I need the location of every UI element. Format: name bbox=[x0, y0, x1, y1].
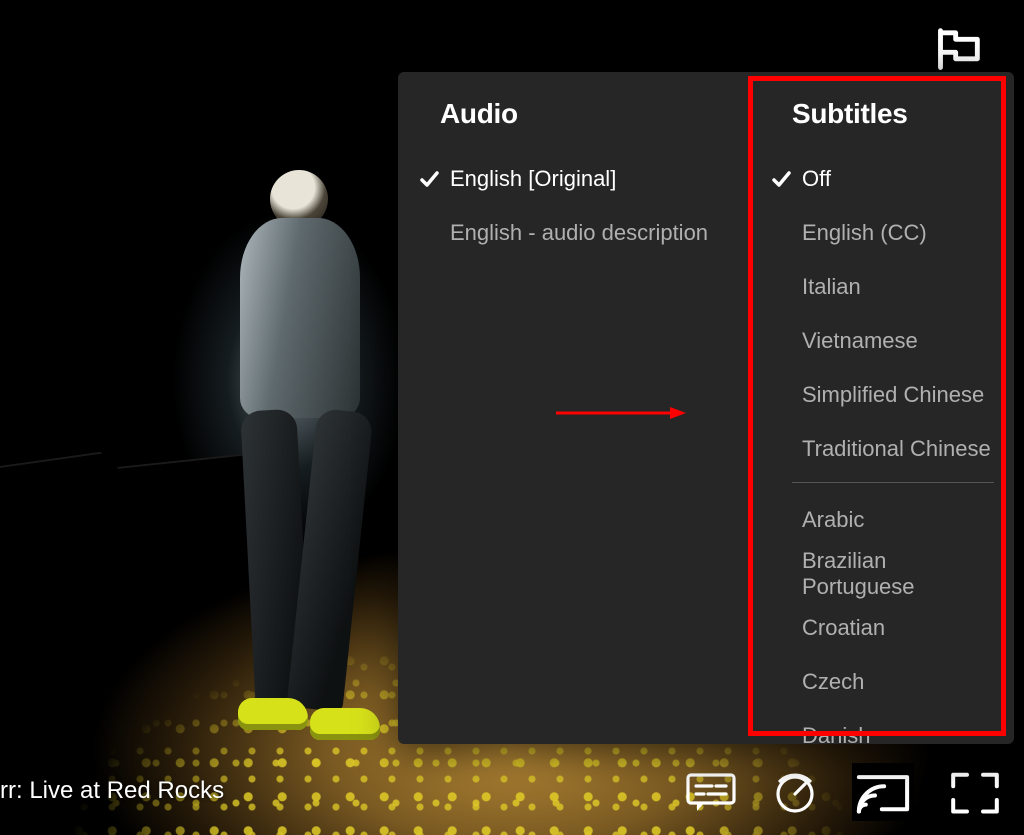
subtitle-option-label: Simplified Chinese bbox=[802, 382, 994, 408]
subtitles-icon[interactable] bbox=[684, 769, 738, 815]
subtitle-option[interactable]: Brazilian Portuguese bbox=[770, 547, 994, 601]
subtitle-option[interactable]: Danish bbox=[770, 709, 994, 763]
fullscreen-icon[interactable] bbox=[944, 763, 1006, 821]
audio-column: Audio English [Original] English - audio … bbox=[398, 72, 750, 744]
subtitle-option[interactable]: Traditional Chinese bbox=[770, 422, 994, 476]
audio-option[interactable]: English - audio description bbox=[418, 206, 730, 260]
check-icon bbox=[770, 169, 792, 189]
subtitle-option-label: Arabic bbox=[802, 507, 994, 533]
subtitle-option-label: Italian bbox=[802, 274, 994, 300]
subtitle-option[interactable]: Off bbox=[770, 152, 994, 206]
video-title: rr: Live at Red Rocks bbox=[0, 777, 224, 805]
subtitle-option[interactable]: English (CC) bbox=[770, 206, 994, 260]
subtitle-option-label: Vietnamese bbox=[802, 328, 994, 354]
subtitles-heading: Subtitles bbox=[792, 98, 994, 130]
subtitle-option-label: English (CC) bbox=[802, 220, 994, 246]
subtitle-option-label: Danish bbox=[802, 723, 994, 749]
performer-silhouette bbox=[200, 170, 400, 730]
subtitle-option[interactable]: Arabic bbox=[770, 493, 994, 547]
subtitles-divider bbox=[792, 482, 994, 483]
video-player[interactable]: rr: Live at Red Rocks Audio English [Ori… bbox=[0, 0, 1024, 835]
check-icon bbox=[418, 169, 440, 189]
subtitle-option[interactable]: Italian bbox=[770, 260, 994, 314]
subtitle-option-label: Croatian bbox=[802, 615, 994, 641]
audio-option-label: English - audio description bbox=[450, 220, 730, 246]
subtitle-option[interactable]: Vietnamese bbox=[770, 314, 994, 368]
subtitles-column: Subtitles Off English (CC) Italian Vietname… bbox=[750, 72, 1014, 744]
subtitle-option-label: Brazilian Portuguese bbox=[802, 548, 994, 600]
flag-icon[interactable] bbox=[934, 26, 986, 70]
audio-subtitles-panel: Audio English [Original] English - audio … bbox=[398, 72, 1014, 744]
audio-option-label: English [Original] bbox=[450, 166, 730, 192]
speed-icon[interactable] bbox=[768, 769, 822, 815]
player-controls bbox=[684, 763, 1006, 821]
audio-option[interactable]: English [Original] bbox=[418, 152, 730, 206]
audio-heading: Audio bbox=[440, 98, 730, 130]
subtitle-option-label: Off bbox=[802, 166, 994, 192]
cast-icon[interactable] bbox=[852, 763, 914, 821]
subtitle-option[interactable]: Czech bbox=[770, 655, 994, 709]
subtitle-option[interactable]: Simplified Chinese bbox=[770, 368, 994, 422]
subtitle-option-label: Traditional Chinese bbox=[802, 436, 994, 462]
subtitle-option[interactable]: Croatian bbox=[770, 601, 994, 655]
subtitle-option-label: Czech bbox=[802, 669, 994, 695]
